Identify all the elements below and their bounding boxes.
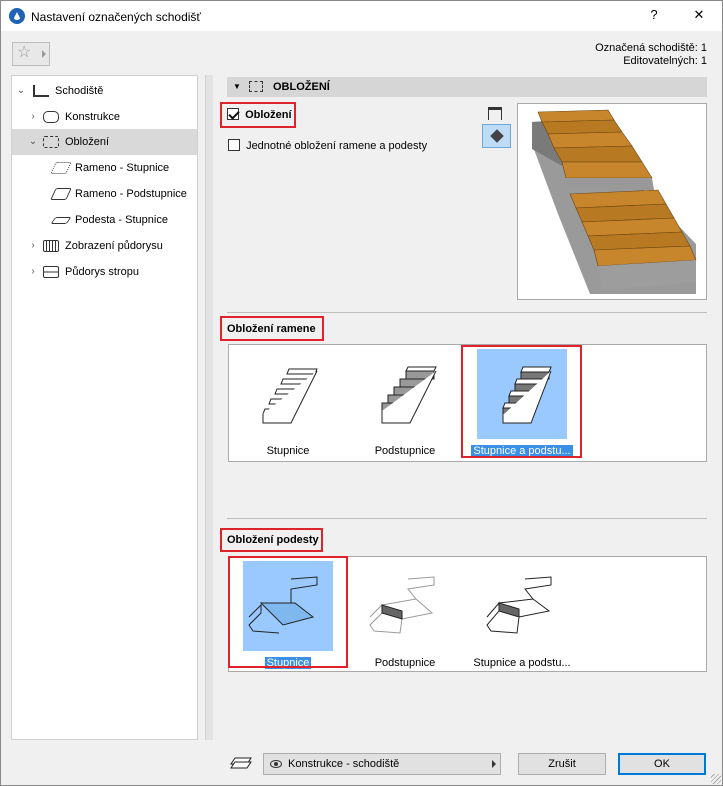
tree-item-label: Obložení [65,136,110,148]
finish-checkbox[interactable]: Obložení [227,108,292,123]
landing-outline-icon [369,576,435,634]
help-button[interactable]: ? [644,7,664,25]
tree-item-flight-riser[interactable]: Rameno - Podstupnice [12,181,197,207]
tree-item-label: Půdorys stropu [65,266,139,278]
chevron-right-icon[interactable]: › [28,104,38,130]
ceiling-icon [43,266,59,278]
view-select-label: Konstrukce - schodiště [288,758,400,770]
option-label: Podstupnice [374,657,436,669]
floorplan-icon [43,240,59,252]
tree-item-ceiling[interactable]: › Půdorys stropu [12,259,197,285]
riser-thumbnail [360,349,450,439]
view-select[interactable]: Konstrukce - schodiště [263,753,501,775]
landing-icon [50,217,72,224]
tree-item-stair[interactable]: ⌄ Schodiště [12,78,197,104]
landing-riser-thumbnail [360,561,450,651]
section-title: OBLOŽENÍ [273,81,330,93]
tree-item-label: Zobrazení půdorysu [65,240,163,252]
tread-thumbnail [243,349,333,439]
checkbox-checked-icon[interactable] [227,108,239,120]
option-label: Podstupnice [374,445,436,457]
landing-option-treads-and-risers[interactable]: Stupnice a podstu... [465,561,579,669]
arrow-right-icon [492,760,496,768]
flight-option-treads[interactable]: Stupnice [231,349,345,457]
uniform-finish-checkbox[interactable]: Jednotné obložení ramene a podesty [228,139,427,154]
tread-icon [50,162,72,174]
star-icon: ☆ [17,44,32,61]
tree-item-landing-tread[interactable]: Podesta - Stupnice [12,207,197,233]
archicad-app-icon [9,8,25,24]
stair-outline-icon [381,366,437,424]
uniform-finish-label: Jednotné obložení ramene a podesty [246,140,428,152]
3d-view-button[interactable] [482,124,511,148]
landing-option-risers[interactable]: Podstupnice [348,561,462,669]
floorplan-view-icon[interactable] [488,107,502,120]
checkbox-unchecked-icon[interactable] [228,139,240,151]
triangle-down-icon: ▼ [233,82,241,91]
tree-item-structure[interactable]: › Konstrukce [12,104,197,130]
chevron-down-icon[interactable]: ⌄ [16,78,26,104]
divider [227,518,707,519]
selected-flight-highlight [461,345,582,458]
finish-checkbox-label: Obložení [245,109,292,121]
settings-tree: ⌄ Schodiště › Konstrukce ⌄ Obložení Rame… [11,75,198,740]
layers-icon[interactable] [229,756,253,772]
option-label: Stupnice a podstu... [473,657,571,669]
selected-stairs-count: Označená schodiště: 1 [595,42,707,54]
editable-stairs-count: Editovatelných: 1 [623,55,707,67]
cancel-button[interactable]: Zrušit [518,753,606,775]
flight-section-title: Obložení ramene [227,323,316,335]
stair-3d-preview [517,103,707,300]
close-button[interactable]: ✕ [689,7,709,25]
tree-item-label: Schodiště [55,85,104,97]
finish-icon [43,136,59,148]
tree-item-label: Konstrukce [65,111,121,123]
tree-item-floorplan[interactable]: › Zobrazení půdorysu [12,233,197,259]
tree-item-label: Rameno - Stupnice [75,162,170,174]
selected-landing-highlight [228,556,348,668]
tree-item-label: Podesta - Stupnice [75,214,168,226]
tree-item-label: Rameno - Podstupnice [75,188,187,200]
riser-icon [50,188,72,200]
option-label: Stupnice [266,445,310,457]
flight-option-risers[interactable]: Podstupnice [348,349,462,457]
title-bar: Nastavení označených schodišť ? ✕ [0,0,723,31]
finish-icon [249,81,263,92]
window-title: Nastavení označených schodišť [31,10,201,24]
chevron-right-icon[interactable]: › [28,233,38,259]
section-header[interactable]: ▼ OBLOŽENÍ [227,77,707,97]
stair-icon [33,85,49,97]
cube-icon [490,129,504,143]
stair-outline-icon [262,368,318,424]
eye-icon [270,760,282,768]
arrow-right-icon [42,50,46,58]
resize-grip[interactable] [711,774,721,784]
divider [227,312,707,313]
stair-preview-image [532,109,697,294]
panel-splitter[interactable] [205,75,213,740]
tree-item-flight-tread[interactable]: Rameno - Stupnice [12,155,197,181]
chevron-down-icon[interactable]: ⌄ [28,129,38,155]
chevron-right-icon[interactable]: › [28,259,38,285]
landing-section-title: Obložení podesty [227,534,319,546]
ok-button[interactable]: OK [618,753,706,775]
landing-outline-icon [486,576,552,634]
favorites-button[interactable]: ☆ [12,42,50,66]
tree-item-finish[interactable]: ⌄ Obložení [12,129,197,155]
landing-tread-riser-thumbnail [477,561,567,651]
structure-icon [43,111,59,123]
